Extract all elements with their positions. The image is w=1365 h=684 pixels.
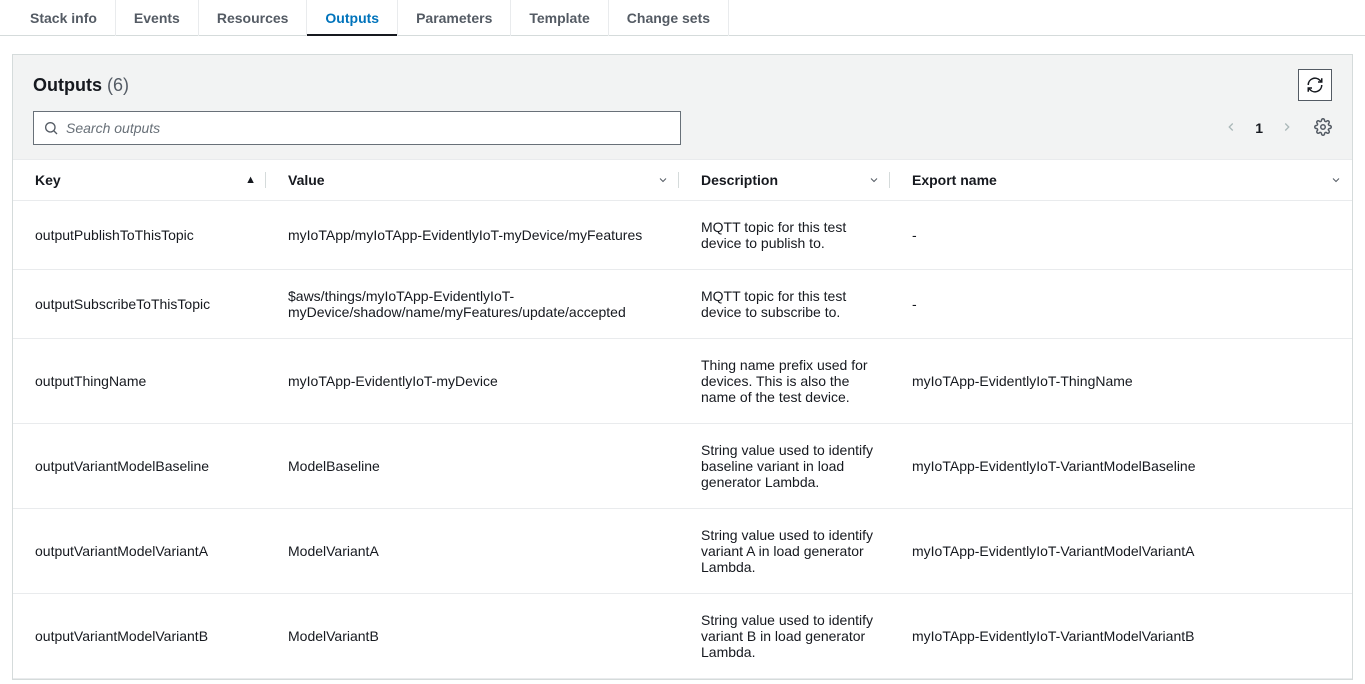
cell-key: outputSubscribeToThisTopic <box>13 270 266 339</box>
cell-key: outputThingName <box>13 339 266 424</box>
cell-value: ModelBaseline <box>266 424 679 509</box>
cell-key: outputVariantModelVariantB <box>13 594 266 679</box>
tab-outputs[interactable]: Outputs <box>307 0 398 36</box>
table-row: outputVariantModelBaselineModelBaselineS… <box>13 424 1352 509</box>
cell-export: myIoTApp-EvidentlyIoT-VariantModelBaseli… <box>890 424 1352 509</box>
panel-title: Outputs (6) <box>33 75 129 96</box>
panel-title-text: Outputs <box>33 75 102 95</box>
cell-export: myIoTApp-EvidentlyIoT-VariantModelVarian… <box>890 509 1352 594</box>
prev-page[interactable] <box>1224 120 1238 137</box>
settings-button[interactable] <box>1314 118 1332 139</box>
cell-description: Thing name prefix used for devices. This… <box>679 339 890 424</box>
panel-count: (6) <box>107 75 129 95</box>
tab-events[interactable]: Events <box>116 0 199 36</box>
table-row: outputVariantModelVariantBModelVariantBS… <box>13 594 1352 679</box>
cell-value: myIoTApp/myIoTApp-EvidentlyIoT-myDevice/… <box>266 201 679 270</box>
th-value[interactable]: Value <box>266 160 679 201</box>
table-row: outputVariantModelVariantAModelVariantAS… <box>13 509 1352 594</box>
page-number: 1 <box>1252 120 1266 136</box>
tab-stack-info[interactable]: Stack info <box>10 0 116 36</box>
search-wrap <box>33 111 681 145</box>
search-input[interactable] <box>33 111 681 145</box>
tab-change-sets[interactable]: Change sets <box>609 0 729 36</box>
th-export-name[interactable]: Export name <box>890 160 1352 201</box>
cell-key: outputVariantModelVariantA <box>13 509 266 594</box>
th-description[interactable]: Description <box>679 160 890 201</box>
cell-export: myIoTApp-EvidentlyIoT-ThingName <box>890 339 1352 424</box>
cell-description: String value used to identify variant B … <box>679 594 890 679</box>
table-row: outputSubscribeToThisTopic$aws/things/my… <box>13 270 1352 339</box>
cell-key: outputPublishToThisTopic <box>13 201 266 270</box>
filter-icon[interactable] <box>657 174 669 186</box>
th-key[interactable]: Key ▲ <box>13 160 266 201</box>
refresh-button[interactable] <box>1298 69 1332 101</box>
cell-value: myIoTApp-EvidentlyIoT-myDevice <box>266 339 679 424</box>
cell-value: $aws/things/myIoTApp-EvidentlyIoT-myDevi… <box>266 270 679 339</box>
tab-template[interactable]: Template <box>511 0 608 36</box>
th-description-label: Description <box>701 172 778 188</box>
cell-description: String value used to identify variant A … <box>679 509 890 594</box>
refresh-icon <box>1306 76 1324 94</box>
cell-description: MQTT topic for this test device to subsc… <box>679 270 890 339</box>
cell-description: MQTT topic for this test device to publi… <box>679 201 890 270</box>
filter-icon[interactable] <box>868 174 880 186</box>
chevron-right-icon <box>1280 120 1294 134</box>
th-key-label: Key <box>35 172 61 188</box>
cell-value: ModelVariantA <box>266 509 679 594</box>
cell-description: String value used to identify baseline v… <box>679 424 890 509</box>
cell-export: - <box>890 270 1352 339</box>
table-row: outputPublishToThisTopicmyIoTApp/myIoTAp… <box>13 201 1352 270</box>
th-export-label: Export name <box>912 172 997 188</box>
sort-asc-icon: ▲ <box>245 174 256 186</box>
th-value-label: Value <box>288 172 325 188</box>
gear-icon <box>1314 118 1332 136</box>
outputs-panel: Outputs (6) 1 <box>12 54 1353 680</box>
chevron-left-icon <box>1224 120 1238 134</box>
outputs-table: Key ▲ Value Description <box>13 159 1352 679</box>
table-row: outputThingNamemyIoTApp-EvidentlyIoT-myD… <box>13 339 1352 424</box>
cell-value: ModelVariantB <box>266 594 679 679</box>
tabs: Stack info Events Resources Outputs Para… <box>0 0 1365 36</box>
filter-icon[interactable] <box>1330 174 1342 186</box>
search-icon <box>43 120 59 136</box>
cell-key: outputVariantModelBaseline <box>13 424 266 509</box>
cell-export: myIoTApp-EvidentlyIoT-VariantModelVarian… <box>890 594 1352 679</box>
tab-resources[interactable]: Resources <box>199 0 308 36</box>
tab-parameters[interactable]: Parameters <box>398 0 511 36</box>
next-page[interactable] <box>1280 120 1294 137</box>
pagination: 1 <box>1224 118 1332 139</box>
cell-export: - <box>890 201 1352 270</box>
